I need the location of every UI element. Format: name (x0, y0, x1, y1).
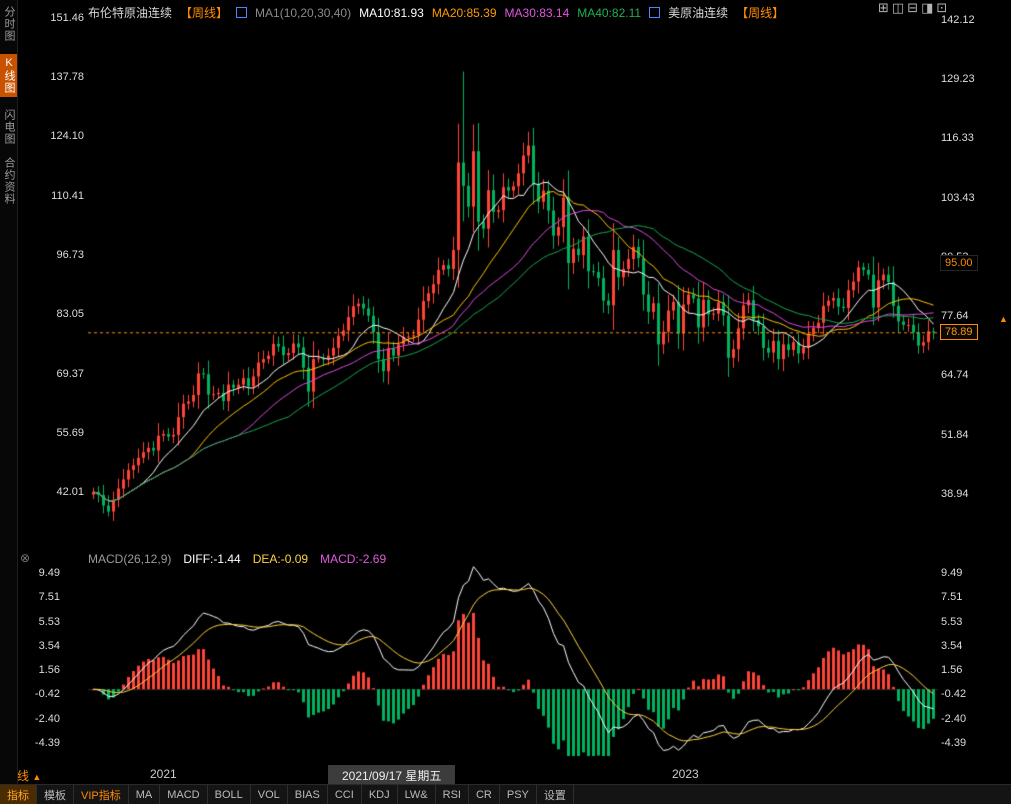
chart-header: 布伦特原油连续 【周线】 MA1(10,20,30,40) MA10:81.93… (88, 4, 784, 21)
symbol-name: 布伦特原油连续 (88, 4, 172, 21)
indicator-tabbar: 指标模板VIP指标MAMACDBOLLVOLBIASCCIKDJLW&RSICR… (0, 784, 1011, 804)
selected-date-box: 2021/09/17 星期五 (328, 765, 455, 786)
ma30-value: MA30:83.14 (505, 6, 570, 20)
price-axis-label: 38.94 (941, 488, 969, 500)
bottom-tab[interactable]: CR (469, 785, 500, 804)
price-axis-label: 142.12 (941, 14, 975, 26)
bottom-tab[interactable]: CCI (328, 785, 362, 804)
macd-value: MACD:-2.69 (320, 552, 386, 566)
timeline-right-year: 2023 (672, 767, 699, 781)
sidebar: 分时图 K线图闪电图合约资料 (0, 0, 18, 804)
bottom-tab[interactable]: PSY (500, 785, 537, 804)
price-chart-canvas[interactable] (0, 0, 1011, 804)
bottom-tab[interactable]: VOL (251, 785, 288, 804)
symbol2-name: 美原油连续 (668, 4, 728, 21)
layout-rows-icon[interactable]: ⊟ (907, 1, 918, 15)
macd-axis-label: -0.42 (941, 688, 966, 700)
price-axis-label: 51.84 (941, 429, 969, 441)
bottom-tab[interactable]: MACD (160, 785, 207, 804)
sidebar-item[interactable]: 分时图 (1, 6, 16, 42)
last-price-tag: 78.89 (940, 324, 978, 340)
macd-axis-label: -2.40 (941, 713, 966, 725)
macd-diff-value: DIFF:-1.44 (183, 552, 240, 566)
macd-axis-label: 7.51 (941, 591, 962, 603)
macd-axis-label: 5.53 (941, 616, 962, 628)
layout-split-left-icon[interactable]: ◫ (892, 1, 904, 15)
bottom-tab[interactable]: 设置 (537, 785, 574, 804)
layout-quad-icon[interactable]: ⊡ (936, 1, 947, 15)
bottom-tab[interactable]: BOLL (208, 785, 251, 804)
macd-params-label: MACD(26,12,9) (88, 552, 171, 566)
sidebar-item[interactable]: 闪电图 (1, 109, 16, 145)
period-tag: 【周线】 (180, 4, 228, 21)
chart-application: 分时图 K线图闪电图合约资料 布伦特原油连续 【周线】 MA1(10,20,30,… (0, 0, 1011, 804)
price-axis-label: 64.74 (941, 369, 969, 381)
bottom-tab[interactable]: RSI (436, 785, 469, 804)
period-tag2: 【周线】 (736, 4, 784, 21)
layout-icon-group: ⊞◫⊟◨⊡ (878, 1, 947, 15)
ma40-value: MA40:82.11 (577, 6, 641, 20)
bottom-tab[interactable]: KDJ (362, 785, 398, 804)
macd-axis-label: 9.49 (941, 567, 962, 579)
bottom-tab[interactable]: 模板 (37, 785, 74, 804)
macd-axis-label: -4.39 (941, 737, 966, 749)
layout-single-icon[interactable]: ⊞ (878, 1, 889, 15)
price-axis-label: 116.33 (941, 132, 974, 144)
series-icon (649, 7, 660, 18)
indicator-icon (236, 7, 247, 18)
bottom-tab[interactable]: VIP指标 (74, 785, 129, 804)
ma-settings-label: MA1(10,20,30,40) (255, 6, 351, 20)
period-badge-arrow-icon: ▲ (32, 772, 41, 782)
timeline-left-year: 2021 (150, 767, 177, 781)
sidebar-item[interactable]: K线图 (0, 54, 17, 97)
bottom-tab[interactable]: MA (129, 785, 161, 804)
macd-header: MACD(26,12,9) DIFF:-1.44 DEA:-0.09 MACD:… (88, 552, 386, 566)
bottom-tab[interactable]: 指标 (0, 785, 37, 804)
price-axis-label: 77.64 (941, 310, 969, 322)
price-axis-label: 103.43 (941, 192, 975, 204)
bottom-tab[interactable]: LW& (398, 785, 436, 804)
layout-split-right-icon[interactable]: ◨ (921, 1, 933, 15)
sidebar-item[interactable]: 合约资料 (1, 157, 16, 205)
ma10-value: MA10:81.93 (359, 6, 424, 20)
macd-dea-value: DEA:-0.09 (253, 552, 308, 566)
price-axis-label: 129.23 (941, 73, 975, 85)
collapse-subchart-icon[interactable]: ⊗ (20, 551, 30, 565)
ma20-value: MA20:85.39 (432, 6, 497, 20)
price-marker-arrow-icon: ▲ (999, 314, 1008, 324)
bottom-tab[interactable]: BIAS (288, 785, 328, 804)
macd-axis-label: 3.54 (941, 640, 962, 652)
macd-axis-label: 1.56 (941, 664, 962, 676)
price-tag-95: 95.00 (940, 255, 978, 271)
